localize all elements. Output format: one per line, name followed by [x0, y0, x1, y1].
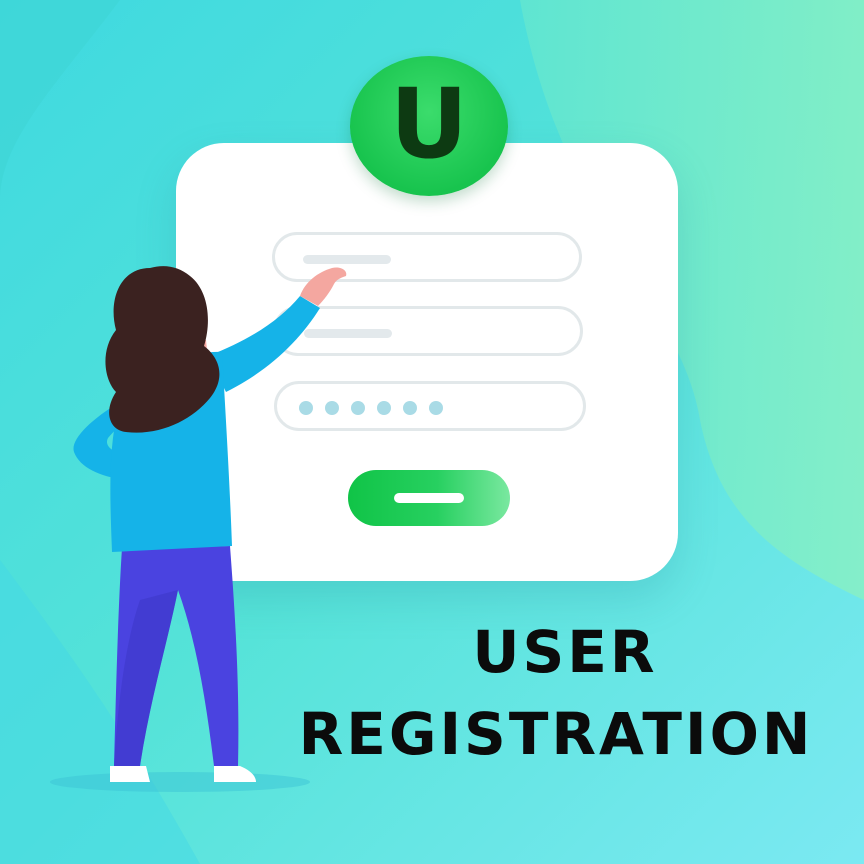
- raised-arm: [208, 296, 320, 392]
- left-shoe: [110, 766, 150, 782]
- headline-line-2: REGISTRATION: [298, 700, 814, 768]
- headline-line-1: USER: [472, 618, 658, 686]
- right-shoe: [214, 766, 256, 782]
